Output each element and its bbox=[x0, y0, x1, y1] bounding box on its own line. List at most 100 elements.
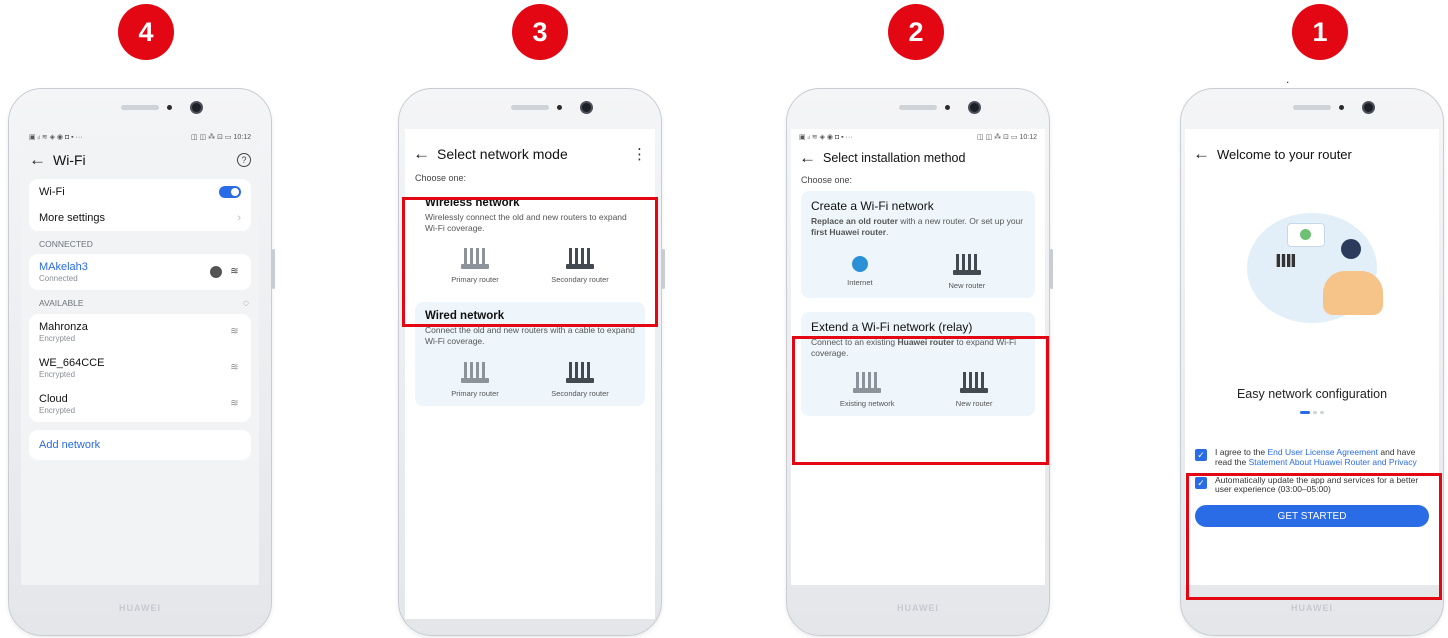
network-row[interactable]: Cloud Encrypted ≋ bbox=[29, 386, 251, 422]
wifi-label: Wi-Fi bbox=[39, 186, 65, 198]
step-badge-4: 4 bbox=[118, 4, 174, 60]
app-header: ← Select network mode ⋮ bbox=[405, 139, 655, 169]
carousel-dots[interactable] bbox=[1185, 411, 1439, 414]
share-icon[interactable] bbox=[210, 266, 222, 278]
available-card: Mahronza Encrypted ≋ WE_664CCE Encrypted ≋… bbox=[29, 314, 251, 422]
wifi-signal-icon: ≋ bbox=[230, 266, 239, 277]
network-name: Mahronza bbox=[39, 321, 88, 333]
screen: ▣ ᵢₗ ≋ ◈ ◉ ◘ ▪ ··· ◫ ◫ ⁂ ⊡ ▭ 10:12 ← Wi-… bbox=[21, 129, 259, 585]
available-header-label: AVAILABLE bbox=[39, 298, 84, 308]
wifi-lock-icon: ≋ bbox=[230, 398, 239, 409]
front-camera bbox=[968, 101, 981, 114]
highlight-consent-and-start bbox=[1186, 473, 1442, 600]
step-badge-3: 3 bbox=[512, 4, 568, 60]
front-camera bbox=[580, 101, 593, 114]
back-arrow-icon[interactable]: ← bbox=[413, 144, 437, 164]
status-bar: ▣ ᵢₗ ≋ ◈ ◉ ◘ ▪ ··· ◫ ◫ ⁂ ⊡ ▭ 10:12 bbox=[21, 129, 259, 145]
connected-card: MAkelah3 Connected ≋ bbox=[29, 254, 251, 290]
add-network-button[interactable]: Add network bbox=[29, 430, 251, 460]
option-description: Replace an old router with a new router.… bbox=[811, 216, 1024, 237]
option-title: Extend a Wi-Fi network (relay) bbox=[811, 320, 973, 335]
create-wifi-option[interactable]: Create a Wi-Fi network Replace an old ro… bbox=[801, 191, 1035, 299]
carousel-caption: Easy network configuration bbox=[1236, 387, 1388, 401]
highlight-wireless-network bbox=[402, 197, 658, 327]
wifi-toggle-row[interactable]: Wi-Fi bbox=[29, 179, 251, 205]
page-title: Select installation method bbox=[823, 151, 966, 165]
network-row[interactable]: Mahronza Encrypted ≋ bbox=[29, 314, 251, 350]
brand-logo: HUAWEI bbox=[897, 603, 939, 613]
phone-select-network-mode: ← Select network mode ⋮ Choose one: Wire… bbox=[398, 88, 665, 636]
eula-link[interactable]: End User License Agreement bbox=[1267, 447, 1378, 457]
wifi-lock-icon: ≋ bbox=[230, 326, 239, 337]
network-name: WE_664CCE bbox=[39, 357, 105, 369]
router-icon bbox=[558, 361, 602, 383]
side-button bbox=[662, 249, 665, 289]
earpiece bbox=[121, 105, 159, 110]
highlight-extend-wifi bbox=[792, 336, 1049, 465]
router-illustration: Primary router Secondary router bbox=[425, 361, 635, 398]
connected-header-label: CONNECTED bbox=[39, 239, 93, 249]
router-icon bbox=[453, 361, 497, 383]
back-arrow-icon[interactable]: ← bbox=[29, 150, 53, 170]
page-title: Wi-Fi bbox=[53, 152, 86, 168]
node-label: Internet bbox=[847, 278, 873, 288]
front-camera bbox=[1362, 101, 1375, 114]
step-badge-2: 2 bbox=[888, 4, 944, 60]
person-icon bbox=[1341, 239, 1361, 259]
router-label: Secondary router bbox=[551, 388, 609, 398]
agreement-checkbox[interactable]: ✓ bbox=[1195, 449, 1207, 461]
choose-label: Choose one: bbox=[415, 173, 467, 183]
brand-logo: HUAWEI bbox=[1291, 603, 1333, 613]
help-icon[interactable]: ? bbox=[237, 153, 251, 167]
choose-label: Choose one: bbox=[801, 175, 853, 185]
network-status: Connected bbox=[39, 274, 78, 283]
sensor bbox=[1339, 105, 1344, 110]
router-secondary: Secondary router bbox=[551, 361, 609, 398]
more-settings-label: More settings bbox=[39, 212, 106, 224]
connected-header: CONNECTED bbox=[21, 231, 259, 254]
back-arrow-icon[interactable]: ← bbox=[1193, 144, 1217, 164]
router-illustration: Internet New router bbox=[811, 253, 1025, 290]
add-network-card: Add network bbox=[29, 430, 251, 460]
network-row-connected[interactable]: MAkelah3 Connected ≋ bbox=[29, 254, 251, 290]
agreement-text: I agree to the End User License Agreemen… bbox=[1215, 447, 1417, 467]
page-title: Select network mode bbox=[437, 146, 568, 162]
router-icon: ⅢⅠ bbox=[1275, 251, 1297, 271]
earpiece bbox=[511, 105, 549, 110]
wifi-settings-card: Wi-Fi More settings › bbox=[29, 179, 251, 231]
more-options-icon[interactable]: ⋮ bbox=[632, 147, 647, 162]
refresh-icon[interactable]: ◌ bbox=[243, 298, 249, 309]
stray-dot: . bbox=[1286, 72, 1290, 86]
wifi-lock-icon: ≋ bbox=[230, 362, 239, 373]
network-status: Encrypted bbox=[39, 370, 76, 379]
status-icons-left: ▣ ᵢₗ ≋ ◈ ◉ ◘ ▪ ··· bbox=[29, 134, 83, 141]
option-description: Connect the old and new routers with a c… bbox=[425, 325, 635, 346]
app-header: ← Welcome to your router bbox=[1185, 139, 1439, 169]
brand-logo: HUAWEI bbox=[119, 603, 161, 613]
globe-icon bbox=[851, 256, 868, 273]
status-icons-right: ◫ ◫ ⁂ ⊡ ▭ 10:12 bbox=[977, 134, 1037, 141]
check-icon bbox=[1300, 229, 1311, 240]
front-camera bbox=[190, 101, 203, 114]
new-router-node: New router bbox=[945, 253, 989, 290]
more-settings-row[interactable]: More settings › bbox=[29, 205, 251, 231]
status-icons-left: ▣ ᵢₗ ≋ ◈ ◉ ◘ ▪ ··· bbox=[799, 134, 853, 141]
back-arrow-icon[interactable]: ← bbox=[799, 148, 823, 168]
status-bar: ▣ ᵢₗ ≋ ◈ ◉ ◘ ▪ ··· ◫ ◫ ⁂ ⊡ ▭ 10:12 bbox=[791, 129, 1045, 145]
internet-node: Internet bbox=[847, 256, 873, 288]
router-primary: Primary router bbox=[451, 361, 499, 398]
wifi-toggle[interactable] bbox=[219, 186, 241, 198]
network-name: MAkelah3 bbox=[39, 261, 88, 273]
network-status: Encrypted bbox=[39, 334, 76, 343]
tutorial-figure: 4 3 2 1 ▣ ᵢₗ ≋ ◈ ◉ ◘ ▪ ··· ◫ ◫ ⁂ ⊡ ▭ 10:… bbox=[0, 0, 1448, 638]
agreement-row: ✓ I agree to the End User License Agreem… bbox=[1185, 447, 1439, 468]
option-title: Create a Wi-Fi network bbox=[811, 199, 934, 213]
side-button bbox=[1050, 249, 1053, 289]
status-icons-right: ◫ ◫ ⁂ ⊡ ▭ 10:12 bbox=[191, 134, 251, 141]
privacy-statement-link[interactable]: Statement About Huawei Router and Privac… bbox=[1249, 457, 1417, 467]
earpiece bbox=[1293, 105, 1331, 110]
welcome-illustration: ⅢⅠ bbox=[1227, 193, 1397, 343]
network-row[interactable]: WE_664CCE Encrypted ≋ bbox=[29, 350, 251, 386]
available-header: AVAILABLE ◌ bbox=[21, 290, 259, 314]
phone-wifi-settings: ▣ ᵢₗ ≋ ◈ ◉ ◘ ▪ ··· ◫ ◫ ⁂ ⊡ ▭ 10:12 ← Wi-… bbox=[8, 88, 275, 636]
